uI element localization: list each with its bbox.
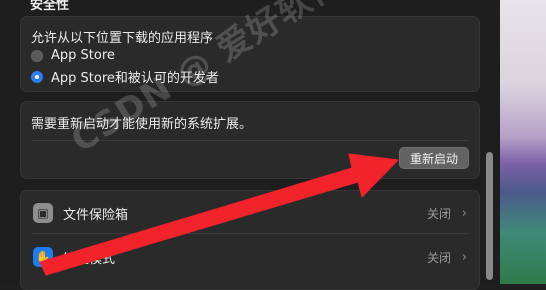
radio-option-app-store[interactable]: App Store — [31, 48, 115, 63]
row-label: 锁定模式 — [63, 251, 116, 267]
radio-label: App Store — [51, 48, 115, 63]
settings-row-lockdown-mode[interactable]: ✋ 锁定模式 关闭 › — [21, 237, 479, 277]
restart-button[interactable]: 重新启动 — [399, 147, 469, 169]
section-title: 安全性 — [30, 0, 70, 13]
divider — [31, 233, 469, 234]
settings-row-filevault[interactable]: ▣ 文件保险箱 关闭 › — [21, 193, 479, 233]
row-value: 关闭 — [426, 206, 451, 221]
lock-icon: ✋ — [33, 247, 53, 267]
vault-icon: ▣ — [33, 203, 53, 223]
radio-button[interactable] — [31, 49, 43, 62]
desktop-wallpaper — [500, 0, 546, 284]
chevron-right-icon: › — [461, 249, 467, 265]
scrollbar-thumb[interactable] — [486, 152, 493, 280]
security-settings-card: ▣ 文件保险箱 关闭 › ✋ 锁定模式 关闭 › — [20, 190, 480, 290]
radio-button-selected[interactable] — [31, 70, 43, 83]
row-label: 文件保险箱 — [63, 207, 129, 223]
row-value: 关闭 — [426, 250, 451, 265]
chevron-right-icon: › — [461, 205, 467, 221]
